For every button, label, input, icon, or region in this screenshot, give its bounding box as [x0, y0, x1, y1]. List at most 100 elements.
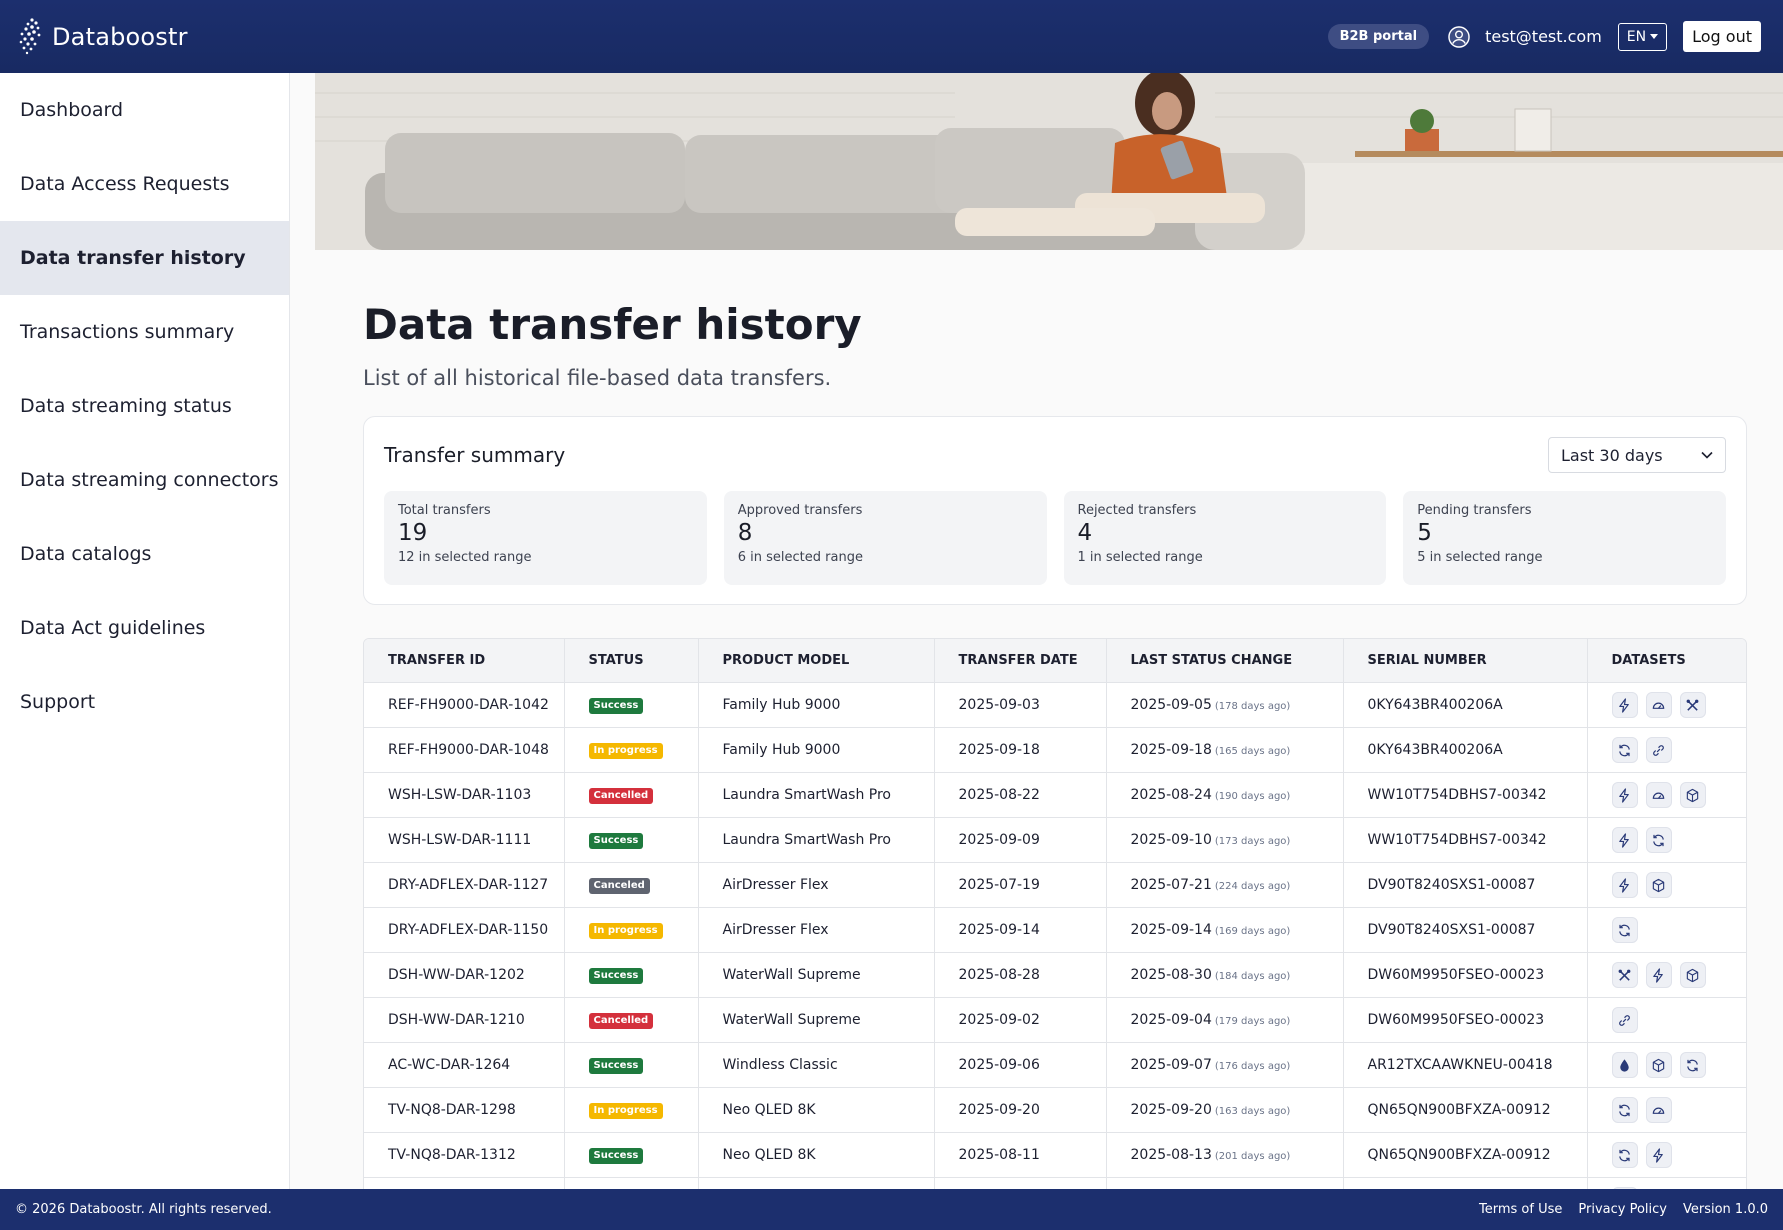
brand[interactable]: Databoostr — [18, 17, 188, 57]
gauge-icon — [1652, 1107, 1665, 1114]
dataset-bolt-icon[interactable] — [1645, 1142, 1672, 1169]
dataset-box-icon[interactable] — [1645, 1052, 1672, 1079]
table-row[interactable]: AC-WC-DAR-1264 Success Windless Classic 202… — [364, 1042, 1746, 1089]
stat-label: Rejected transfers — [1077, 503, 1197, 519]
column-header-last-status-change[interactable]: LAST STATUS CHANGE — [1106, 639, 1344, 684]
status-change-date: 2025-09-20 — [1130, 1102, 1212, 1119]
dataset-bolt-icon[interactable] — [1611, 692, 1638, 719]
logout-button[interactable]: Log out — [1683, 21, 1761, 52]
dataset-sync-icon[interactable] — [1611, 1097, 1638, 1124]
tools-icon — [1618, 969, 1631, 981]
last-status-change: 2025-09-04 (179 days ago) — [1106, 997, 1344, 1044]
table-row[interactable]: DRY-ADFLEX-DAR-1150 In progress AirDresser… — [364, 907, 1746, 954]
sidebar-item-data-catalogs[interactable]: Data catalogs — [0, 517, 289, 591]
table-row[interactable]: REF-FH9000-DAR-1048 In progress Family Hub… — [364, 727, 1746, 774]
link-icon — [1653, 745, 1664, 756]
dataset-link-icon[interactable] — [1611, 1007, 1638, 1034]
dataset-box-icon[interactable] — [1679, 962, 1706, 989]
date-range-select[interactable]: Last 30 days — [1548, 437, 1726, 474]
dataset-gauge-icon[interactable] — [1645, 782, 1672, 809]
sidebar-item-dashboard[interactable]: Dashboard — [0, 73, 289, 147]
sidebar-item-data-transfer-history[interactable]: Data transfer history — [0, 221, 289, 295]
datasets-cell — [1587, 817, 1746, 864]
privacy-link[interactable]: Privacy Policy — [1578, 1202, 1667, 1217]
status-cell: Success — [564, 952, 699, 999]
dataset-bolt-icon[interactable] — [1645, 962, 1672, 989]
dataset-bolt-icon[interactable] — [1611, 872, 1638, 899]
dataset-gauge-icon[interactable] — [1645, 1097, 1672, 1124]
dataset-sync-icon[interactable] — [1611, 917, 1638, 944]
table-row[interactable]: TV-NQ8-DAR-1312 Success Neo QLED 8K 2025-08… — [364, 1132, 1746, 1179]
dataset-link-icon[interactable] — [1645, 737, 1672, 764]
days-ago: (178 days ago) — [1214, 701, 1291, 713]
serial-number: DW60M9950FSEO-00023 — [1343, 952, 1588, 999]
days-ago: (163 days ago) — [1214, 1106, 1291, 1118]
terms-link[interactable]: Terms of Use — [1479, 1202, 1562, 1217]
bolt-icon — [1619, 833, 1629, 848]
status-badge: In progress — [588, 743, 663, 760]
bolt-icon — [1653, 968, 1663, 983]
status-cell: Success — [564, 682, 699, 729]
status-cell: In progress — [564, 727, 699, 774]
days-ago: (184 days ago) — [1214, 971, 1291, 983]
table-row[interactable]: DSH-WW-DAR-1210 Cancelled WaterWall Suprem… — [364, 997, 1746, 1044]
transfer-id: DRY-ADFLEX-DAR-1150 — [364, 907, 565, 954]
dataset-sync-icon[interactable] — [1645, 827, 1672, 854]
dataset-sync-icon[interactable] — [1679, 1052, 1706, 1079]
last-status-change: 2025-09-10 (173 days ago) — [1106, 817, 1344, 864]
sidebar-item-data-act-guidelines[interactable]: Data Act guidelines — [0, 591, 289, 665]
dataset-tools-icon[interactable] — [1611, 962, 1638, 989]
dataset-sync-icon[interactable] — [1611, 737, 1638, 764]
dataset-bolt-icon[interactable] — [1611, 827, 1638, 854]
column-header-status[interactable]: STATUS — [564, 639, 699, 684]
sync-icon — [1619, 744, 1630, 757]
dataset-drop-icon[interactable] — [1611, 1052, 1638, 1079]
summary-title: Transfer summary — [384, 443, 566, 468]
sync-icon — [1619, 1104, 1630, 1117]
transfer-date: 2025-08-28 — [934, 952, 1107, 999]
table-row[interactable]: TV-NQ8-DAR-1298 In progress Neo QLED 8K 202… — [364, 1087, 1746, 1134]
dataset-tools-icon[interactable] — [1679, 692, 1706, 719]
dataset-sync-icon[interactable] — [1611, 1142, 1638, 1169]
table-row[interactable]: DRY-ADFLEX-DAR-1127 Canceled AirDresser Fl… — [364, 862, 1746, 909]
table-row[interactable]: REF-FH9000-DAR-1042 Success Family Hub 900… — [364, 682, 1746, 729]
hero-illustration — [315, 73, 1783, 250]
table-row[interactable]: WSH-LSW-DAR-1103 Cancelled Laundra SmartWa… — [364, 772, 1746, 819]
stat-subtext: 1 in selected range — [1077, 550, 1203, 566]
language-selector[interactable]: EN — [1617, 22, 1668, 51]
transfer-id: DRY-ADFLEX-DAR-1127 — [364, 862, 565, 909]
dataset-box-icon[interactable] — [1679, 782, 1706, 809]
serial-number: WW10T754DBHS7-00342 — [1343, 772, 1588, 819]
transfer-history-table: TRANSFER ID STATUS PRODUCT MODEL TRANSFER D… — [363, 638, 1747, 1225]
table-row[interactable]: WSH-LSW-DAR-1111 Success Laundra SmartWash… — [364, 817, 1746, 864]
column-header-transfer-date[interactable]: TRANSFER DATE — [934, 639, 1107, 684]
status-change-date: 2025-07-21 — [1130, 877, 1212, 894]
sidebar-item-data-access-requests[interactable]: Data Access Requests — [0, 147, 289, 221]
sidebar-item-transactions-summary[interactable]: Transactions summary — [0, 295, 289, 369]
stat-card-total-transfers: Total transfers 19 12 in selected range — [384, 491, 707, 586]
status-cell: In progress — [564, 907, 699, 954]
sync-icon — [1619, 924, 1630, 937]
days-ago: (165 days ago) — [1214, 746, 1291, 758]
dataset-box-icon[interactable] — [1645, 872, 1672, 899]
datasets-cell — [1587, 682, 1746, 729]
status-badge: Success — [588, 1058, 644, 1075]
transfer-summary-card: Transfer summary Last 30 days Total tran… — [363, 416, 1747, 606]
dataset-gauge-icon[interactable] — [1645, 692, 1672, 719]
status-change-date: 2025-09-05 — [1130, 697, 1212, 714]
status-cell: Cancelled — [564, 772, 699, 819]
column-header-datasets[interactable]: DATASETS — [1587, 639, 1746, 684]
status-cell: Success — [564, 1132, 699, 1179]
product-model: Windless Classic — [698, 1042, 935, 1089]
column-header-product-model[interactable]: PRODUCT MODEL — [698, 639, 935, 684]
column-header-transfer-id[interactable]: TRANSFER ID — [364, 639, 565, 684]
sidebar-item-data-streaming-connectors[interactable]: Data streaming connectors — [0, 443, 289, 517]
stat-value: 19 — [398, 520, 428, 547]
datasets-cell — [1587, 862, 1746, 909]
column-header-serial-number[interactable]: SERIAL NUMBER — [1343, 639, 1588, 684]
sidebar-item-data-streaming-status[interactable]: Data streaming status — [0, 369, 289, 443]
dataset-bolt-icon[interactable] — [1611, 782, 1638, 809]
sidebar-item-support[interactable]: Support — [0, 665, 289, 739]
datasets-cell — [1587, 1087, 1746, 1134]
table-row[interactable]: DSH-WW-DAR-1202 Success WaterWall Supreme 2… — [364, 952, 1746, 999]
